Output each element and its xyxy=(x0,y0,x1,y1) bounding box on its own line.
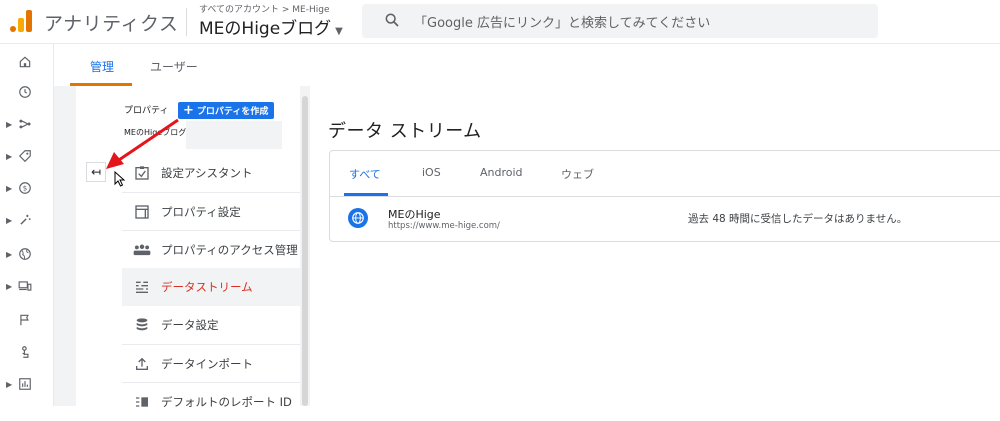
property-dropdown-mask[interactable] xyxy=(186,121,282,149)
rail-lifecycle[interactable]: ▶ xyxy=(0,110,54,140)
devices-icon xyxy=(18,281,32,291)
expand-arrow-icon: ▶ xyxy=(6,216,13,225)
admin-tabs: 管理 ユーザー xyxy=(54,44,1000,86)
plus-icon: + xyxy=(183,103,194,118)
expand-arrow-icon: ▶ xyxy=(6,184,13,193)
menu-label: データストリーム xyxy=(161,280,253,294)
rail-realtime[interactable] xyxy=(0,78,54,108)
rail-tags[interactable]: ▶ xyxy=(0,142,54,172)
globe-icon xyxy=(19,248,31,260)
menu-label: プロパティのアクセス管理 xyxy=(161,243,298,257)
rail-monetization[interactable]: ▶ $ xyxy=(0,174,54,204)
funnel-path-icon xyxy=(19,119,31,129)
menu-label: データ設定 xyxy=(161,318,219,332)
window-layout-icon xyxy=(131,201,153,223)
touch-icon xyxy=(22,346,29,358)
svg-text:$: $ xyxy=(23,185,27,193)
analytics-logo-icon[interactable] xyxy=(10,8,32,32)
expand-arrow-icon: ▶ xyxy=(6,120,13,129)
stream-tab-ios[interactable]: iOS xyxy=(422,166,441,179)
mouse-cursor-icon xyxy=(114,171,126,187)
tab-user[interactable]: ユーザー xyxy=(150,58,198,75)
rail-events[interactable] xyxy=(0,306,54,336)
property-name: MEのHigeブログ xyxy=(199,19,332,39)
reporting-id-icon xyxy=(131,391,153,413)
expand-arrow-icon: ▶ xyxy=(6,380,13,389)
menu-label: データインポート xyxy=(161,357,253,371)
menu-default-reporting-id[interactable]: デフォルトのレポート ID xyxy=(122,383,300,421)
stream-tab-all[interactable]: すべて xyxy=(349,166,381,182)
property-label: プロパティ xyxy=(124,106,169,116)
create-property-label: プロパティを作成 xyxy=(196,107,269,117)
rail-demographics[interactable]: ▶ xyxy=(0,240,54,270)
clock-icon xyxy=(19,86,31,98)
header-divider xyxy=(186,8,187,36)
menu-label: プロパティ設定 xyxy=(161,205,241,219)
expand-arrow-icon: ▶ xyxy=(6,250,13,259)
stream-divider xyxy=(329,196,1000,197)
column-scrollbar[interactable] xyxy=(302,96,308,406)
magic-wand-icon xyxy=(20,214,31,225)
search-icon xyxy=(385,13,399,27)
create-property-button[interactable]: + プロパティを作成 xyxy=(178,102,275,119)
page-title: データ ストリーム xyxy=(328,121,482,142)
report-library-icon xyxy=(19,378,31,390)
search-input[interactable]: 「Google 広告にリンク」と検索してみてください xyxy=(414,12,710,31)
stream-name[interactable]: MEのHige xyxy=(388,206,441,222)
menu-label: デフォルトのレポート ID xyxy=(161,395,292,409)
search-box[interactable]: 「Google 広告にリンク」と検索してみてください xyxy=(362,4,878,38)
stream-tab-android[interactable]: Android xyxy=(480,166,523,179)
home-icon xyxy=(19,56,31,68)
database-icon xyxy=(131,314,153,336)
tab-admin[interactable]: 管理 xyxy=(90,58,114,75)
app-name: アナリティクス xyxy=(44,13,179,35)
property-selector[interactable]: MEのHigeブログ ▼ xyxy=(199,14,343,39)
data-streams-icon xyxy=(131,276,153,298)
top-bar: アナリティクス すべてのアカウント > ME-Hige MEのHigeブログ ▼ … xyxy=(0,0,1000,44)
people-icon xyxy=(131,239,153,261)
flag-icon xyxy=(20,314,29,326)
rail-conversions[interactable] xyxy=(0,338,54,368)
expand-arrow-icon: ▶ xyxy=(6,152,13,161)
expand-arrow-icon: ▶ xyxy=(6,282,13,291)
annotation-arrow-icon xyxy=(106,118,179,169)
chevron-down-icon: ▼ xyxy=(335,26,343,37)
globe-icon xyxy=(348,208,368,228)
arrow-left-icon: ↤ xyxy=(90,165,102,179)
collapse-back-button[interactable]: ↤ xyxy=(86,162,106,182)
menu-property-settings[interactable]: プロパティ設定 xyxy=(122,193,300,231)
left-nav-rail: ▶ ▶ ▶ $ ▶ ▶ ▶ ▶ xyxy=(0,44,54,406)
stream-url: https://www.me-hige.com/ xyxy=(388,221,500,231)
upload-icon xyxy=(131,353,153,375)
dollar-icon: $ xyxy=(19,182,31,194)
stream-tab-web[interactable]: ウェブ xyxy=(561,166,594,182)
menu-data-streams[interactable]: データストリーム xyxy=(122,268,300,306)
rail-library[interactable]: ▶ xyxy=(0,370,54,400)
tag-icon xyxy=(18,150,31,163)
rail-home[interactable] xyxy=(0,48,54,78)
rail-tech[interactable]: ▶ xyxy=(0,272,54,302)
stream-status: 過去 48 時間に受信したデータはありません。 xyxy=(688,213,908,225)
menu-access-management[interactable]: プロパティのアクセス管理 xyxy=(122,231,300,269)
rail-retention[interactable]: ▶ xyxy=(0,206,54,236)
menu-data-import[interactable]: データインポート xyxy=(122,345,300,383)
menu-data-settings[interactable]: データ設定 xyxy=(122,306,300,344)
